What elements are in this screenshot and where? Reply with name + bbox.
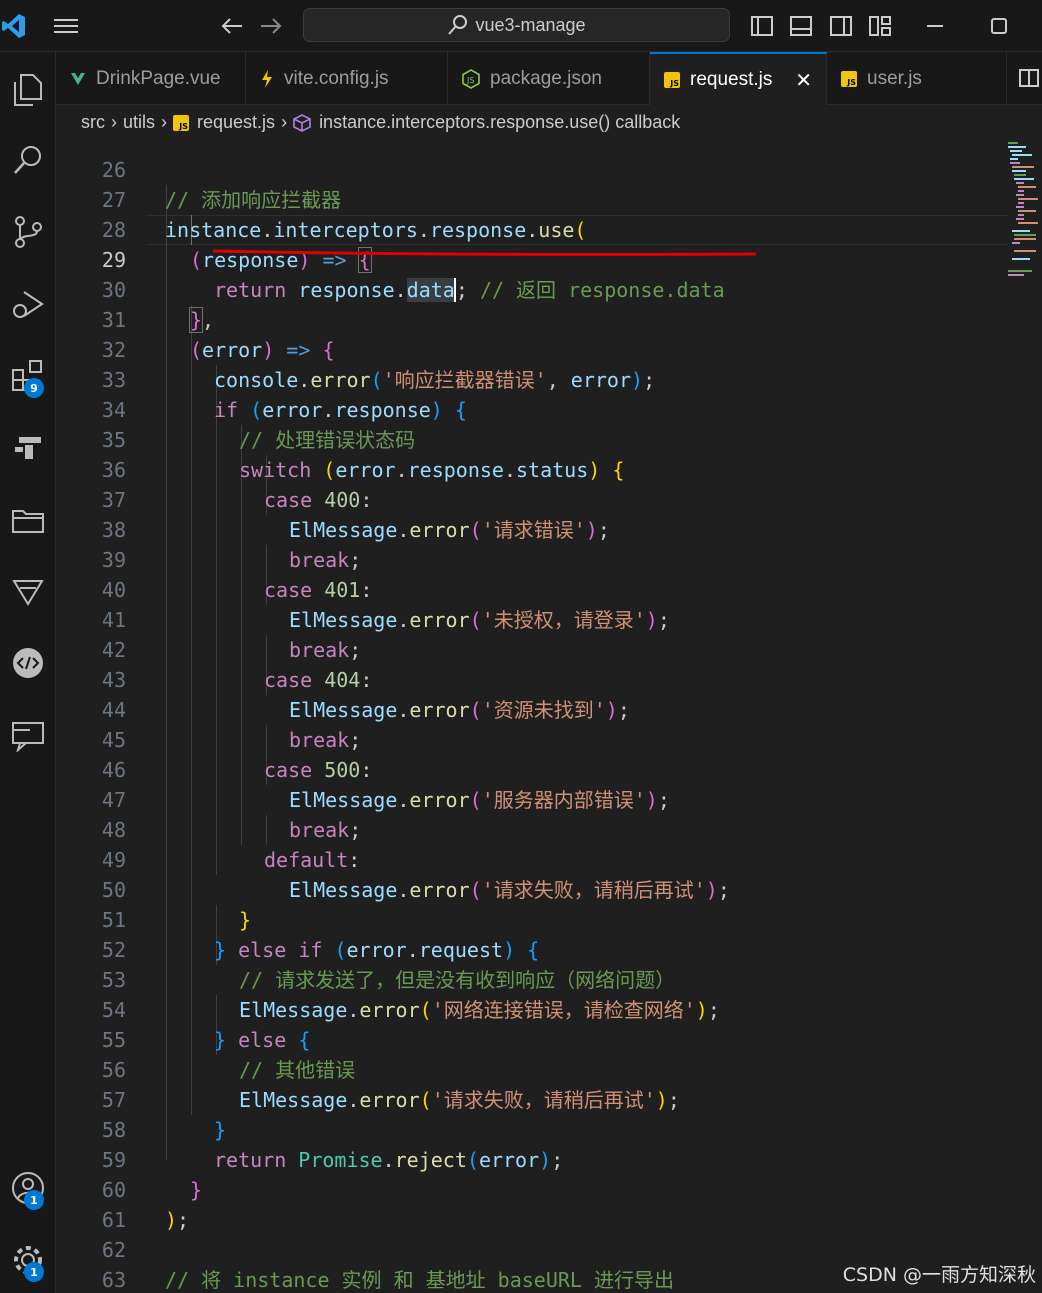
code-line[interactable]: 46 ElMessage.error('服务器内部错误'); <box>56 725 1006 812</box>
manage-gear-icon[interactable]: 1 <box>0 1234 56 1286</box>
tab-label: user.js <box>867 67 922 89</box>
code-line[interactable]: 62 // 将 instance 实例 和 基地址 baseURL 进行导出 <box>56 1205 1006 1292</box>
nodejs-file-icon: JS <box>462 68 480 89</box>
code-line[interactable]: 38 break; <box>56 485 1006 572</box>
lightning-file-icon <box>260 69 274 89</box>
code-line[interactable]: 57 } <box>56 1055 1006 1142</box>
code-line[interactable]: 33 if (error.response) { <box>56 335 1006 422</box>
menu-icon[interactable] <box>50 10 82 42</box>
chevron-right-icon: › <box>161 112 168 132</box>
tab-user-js[interactable]: JS user.js <box>827 52 1007 105</box>
breadcrumb-item[interactable]: request.js <box>197 112 275 133</box>
back-arrow-icon[interactable] <box>218 10 246 42</box>
command-center-search[interactable]: vue3-manage <box>303 8 730 42</box>
code-line[interactable]: 60 ); <box>56 1145 1006 1232</box>
js-file-icon: JS <box>173 114 190 131</box>
folder-icon[interactable] <box>0 494 56 546</box>
code-editor[interactable]: 26 // 添加响应拦截器 27 instance.interceptors.r… <box>56 140 1042 1293</box>
code-line[interactable]: 59 } <box>56 1115 1006 1202</box>
breadcrumb: src › utils › JS request.js › instance.i… <box>56 105 1042 140</box>
code-line[interactable]: 42 case 404: <box>56 605 1006 692</box>
code-line[interactable]: 58 return Promise.reject(error); <box>56 1085 1006 1172</box>
code-line[interactable]: 47 break; <box>56 755 1006 842</box>
close-icon[interactable]: ✕ <box>795 68 812 93</box>
title-bar: vue3-manage <box>0 0 1042 52</box>
minimize-icon[interactable] <box>924 10 946 42</box>
code-line[interactable]: 29 return response.data; // 返回 response.… <box>56 215 1006 302</box>
code-line[interactable]: 54 } else { <box>56 965 1006 1052</box>
forward-arrow-icon[interactable] <box>257 10 285 42</box>
tab-vite-config[interactable]: vite.config.js <box>246 52 448 105</box>
tab-drinkpage-vue[interactable]: DrinkPage.vue <box>56 52 246 105</box>
code-line[interactable]: 55 // 其他错误 <box>56 995 1006 1082</box>
code-line[interactable]: 43 ElMessage.error('资源未找到'); <box>56 635 1006 722</box>
code-line[interactable]: 39 case 401: <box>56 515 1006 602</box>
breadcrumb-item[interactable]: instance.interceptors.response.use() cal… <box>319 112 680 133</box>
code-line[interactable]: 40 ElMessage.error('未授权，请登录'); <box>56 545 1006 632</box>
code-line[interactable]: 49 ElMessage.error('请求失败，请稍后再试'); <box>56 815 1006 902</box>
manage-badge: 1 <box>24 1262 44 1282</box>
tab-label: package.json <box>490 67 602 89</box>
symbol-cube-icon <box>293 113 311 132</box>
code-line[interactable]: 52 // 请求发送了，但是没有收到响应（网络问题） <box>56 905 1006 992</box>
remote-explorer-icon[interactable] <box>0 422 56 474</box>
vscode-logo-icon <box>0 10 28 42</box>
annotation-underline <box>212 249 757 256</box>
tab-label: DrinkPage.vue <box>96 67 221 89</box>
source-control-icon[interactable] <box>0 206 56 258</box>
editor-tabs: DrinkPage.vue vite.config.js JS package.… <box>56 52 1042 105</box>
search-icon[interactable] <box>0 134 56 186</box>
code-line[interactable]: 35 switch (error.response.status) { <box>56 395 1006 482</box>
toggle-panel-icon[interactable] <box>788 10 814 42</box>
tab-request-js[interactable]: JS request.js ✕ <box>650 52 827 105</box>
chevron-right-icon: › <box>281 112 288 132</box>
extensions-icon[interactable]: 9 <box>0 350 56 402</box>
js-file-icon: JS <box>664 71 680 88</box>
code-line[interactable]: 50 } <box>56 845 1006 932</box>
accounts-badge: 1 <box>24 1190 44 1210</box>
code-chat-icon[interactable] <box>0 638 56 690</box>
code-line[interactable]: 41 break; <box>56 575 1006 662</box>
code-line[interactable]: 56 ElMessage.error('请求失败，请稍后再试'); <box>56 1025 1006 1112</box>
code-line[interactable]: 48 default: <box>56 785 1006 872</box>
tab-label: request.js <box>690 68 773 90</box>
minimap[interactable] <box>1006 140 1042 280</box>
tab-label: vite.config.js <box>284 67 389 89</box>
code-line[interactable]: 61 <box>56 1175 1006 1232</box>
maximize-icon[interactable] <box>988 10 1010 42</box>
code-line[interactable]: 26 // 添加响应拦截器 <box>56 140 1006 212</box>
code-line[interactable]: 28 (response) => { <box>56 185 1006 273</box>
accounts-icon[interactable]: 1 <box>0 1162 56 1214</box>
window-title: vue3-manage <box>475 14 586 35</box>
code-line[interactable]: 53 ElMessage.error('网络连接错误，请检查网络'); <box>56 935 1006 1022</box>
toggle-primary-sidebar-icon[interactable] <box>749 10 775 42</box>
explorer-icon[interactable] <box>0 64 56 116</box>
code-line[interactable]: 37 ElMessage.error('请求错误'); <box>56 455 1006 542</box>
code-line[interactable]: 27 instance.interceptors.response.use( <box>56 155 1006 242</box>
breadcrumb-item[interactable]: utils <box>123 112 155 133</box>
filter-icon[interactable] <box>0 566 56 618</box>
code-line[interactable]: 31 (error) => { <box>56 275 1006 362</box>
remote-window-icon[interactable] <box>0 710 56 762</box>
chevron-right-icon: › <box>111 112 117 132</box>
breadcrumb-item[interactable]: src <box>81 112 105 133</box>
tab-package-json[interactable]: JS package.json <box>448 52 650 105</box>
split-editor-icon[interactable] <box>1016 62 1042 94</box>
code-line[interactable]: 32 console.error('响应拦截器错误', error); <box>56 305 1006 392</box>
vue-file-icon <box>70 71 86 87</box>
js-file-icon: JS <box>841 70 857 87</box>
code-line[interactable]: 45 case 500: <box>56 695 1006 782</box>
code-line[interactable]: 36 case 400: <box>56 425 1006 512</box>
search-icon <box>448 15 468 35</box>
code-line[interactable]: 44 break; <box>56 665 1006 752</box>
svg-text:JS: JS <box>466 76 474 85</box>
customize-layout-icon[interactable] <box>867 10 893 42</box>
code-line[interactable]: 51 } else if (error.request) { <box>56 875 1006 962</box>
extensions-badge: 9 <box>24 378 44 398</box>
run-debug-icon[interactable] <box>0 278 56 330</box>
toggle-secondary-sidebar-icon[interactable] <box>828 10 854 42</box>
activity-bar: 9 1 1 <box>0 52 56 1293</box>
code-line[interactable]: 34 // 处理错误状态码 <box>56 365 1006 452</box>
watermark: CSDN @一雨方知深秋 <box>842 1264 1036 1286</box>
